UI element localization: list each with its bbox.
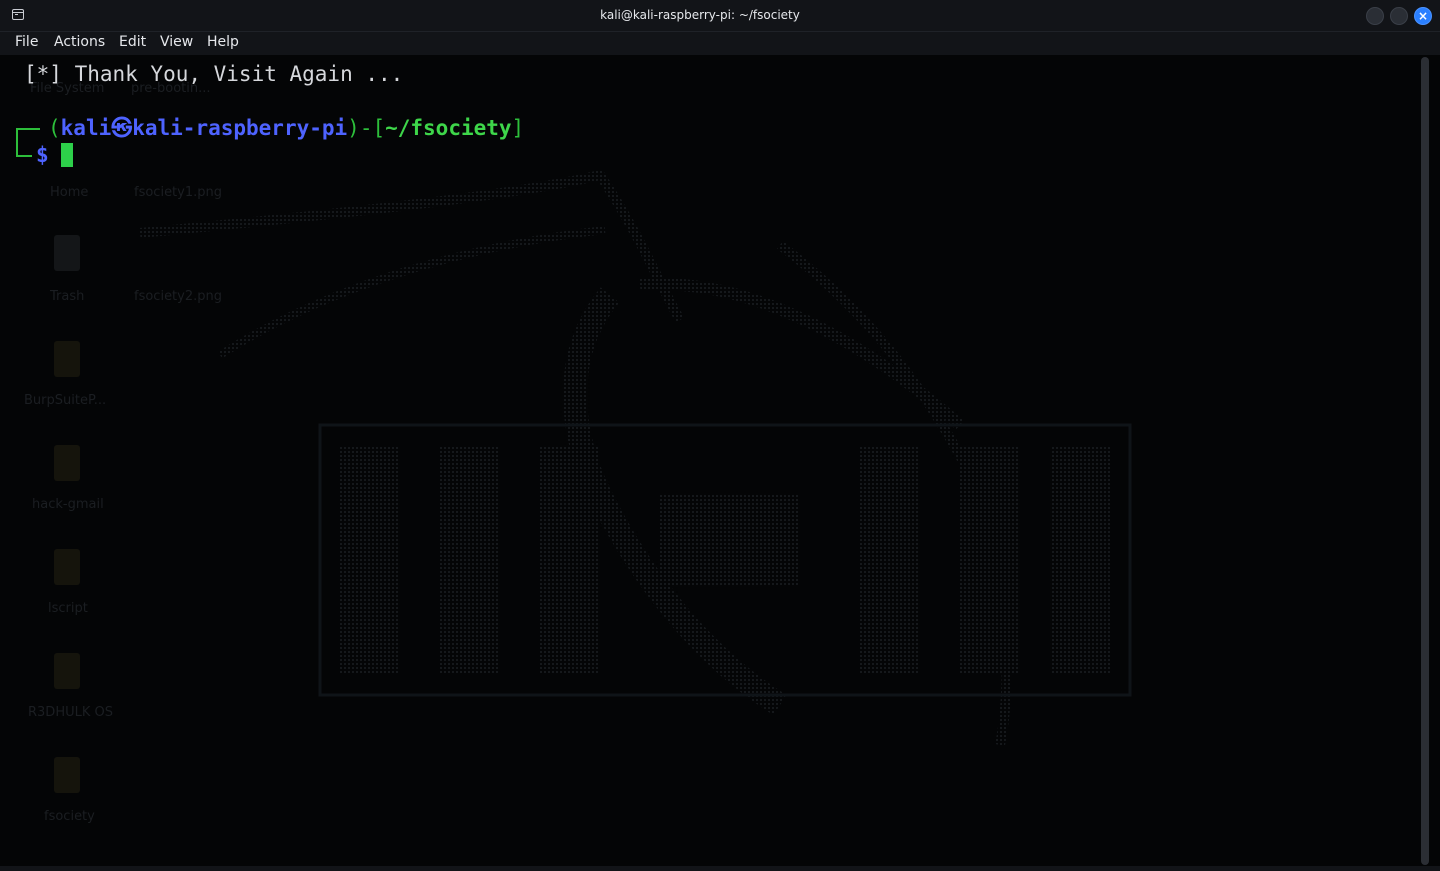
title-bar[interactable]: kali@kali-raspberry-pi: ~/fsociety × [0,0,1440,32]
prompt-corner-bottom [16,139,32,157]
close-icon: × [1417,9,1429,23]
prompt-line: (kali㉿kali-raspberry-pi)-[~/fsociety] [48,115,524,142]
menu-view[interactable]: View [160,32,193,55]
desktop-icon-label: fsociety1.png [134,185,222,200]
menu-edit[interactable]: Edit [119,32,146,55]
prompt-open-paren: ( [48,116,61,140]
output-line: [*] Thank You, Visit Again ... [24,62,404,86]
menu-file[interactable]: File [15,32,38,55]
window-bottom-border [0,866,1440,871]
text-cursor [61,143,74,167]
desktop-icon-label: R3DHULK OS [28,705,113,720]
menu-bar: File Actions Edit View Help [0,32,1440,55]
file-icon [54,549,80,585]
folder-icon [54,653,80,689]
terminal-scrollbar[interactable] [1421,57,1429,865]
terminal-window: kali@kali-raspberry-pi: ~/fsociety × Fil… [0,0,1440,871]
file-icon [54,445,80,481]
prompt-symbol: $ [36,143,49,167]
input-line[interactable]: $ [36,142,74,169]
folder-icon [54,757,80,793]
menu-help[interactable]: Help [207,32,239,55]
prompt-cwd: ~/fsociety [385,116,512,140]
menu-actions[interactable]: Actions [54,32,105,55]
terminal-area[interactable]: File System pre-bootin... Home fsociety1… [0,55,1440,871]
maximize-button[interactable] [1390,7,1408,25]
terminal-output: [*] Thank You, Visit Again ... (kali㉿kal… [16,58,524,247]
prompt-host: kali-raspberry-pi [132,116,348,140]
desktop-icon-label: hack-gmail [32,497,104,512]
file-icon [54,341,80,377]
desktop-icon-label: Trash [50,289,85,304]
minimize-button[interactable] [1366,7,1384,25]
window-title: kali@kali-raspberry-pi: ~/fsociety [600,8,800,22]
desktop-background: File System pre-bootin... Home fsociety1… [0,55,1440,871]
close-button[interactable]: × [1414,7,1432,25]
desktop-icon-label: fsociety2.png [134,289,222,304]
prompt-user: kali [60,116,112,140]
prompt-close: ] [511,116,525,140]
desktop-icon-label: fsociety [44,809,95,824]
prompt-separator: ㉿ [111,116,133,140]
desktop-icon-label: lscript [48,601,88,616]
kali-dragon-watermark-icon [139,169,1132,746]
desktop-icon-label: BurpSuiteP... [24,393,107,408]
prompt-mid: )-[ [347,116,386,140]
